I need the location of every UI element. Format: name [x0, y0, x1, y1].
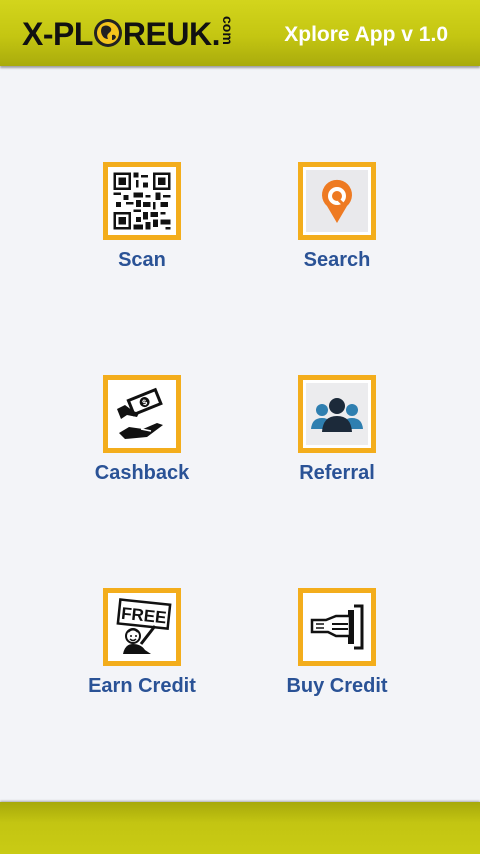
referral-tile[interactable]: Referral: [247, 375, 427, 485]
buy-credit-tile[interactable]: Buy Credit: [247, 588, 427, 698]
scan-label: Scan: [118, 249, 166, 271]
globe-icon: [93, 18, 123, 48]
map-pin-search-icon: [306, 170, 368, 232]
scan-icon-box[interactable]: [103, 162, 181, 240]
cashback-tile[interactable]: $ Cashback: [52, 375, 232, 485]
buy-credit-icon-box[interactable]: [298, 588, 376, 666]
search-label: Search: [303, 249, 371, 271]
earn-credit-tile[interactable]: FREE Earn Credit: [52, 588, 232, 698]
footer-bar: [0, 802, 480, 854]
card-reader-icon: [306, 596, 368, 658]
referral-label: Referral: [299, 462, 375, 484]
app-header: X-PL REUK. com Xplore App v 1.0: [0, 0, 480, 66]
cashback-icon-box[interactable]: $: [103, 375, 181, 453]
qr-code-icon: [111, 170, 173, 232]
buy-credit-label: Buy Credit: [286, 675, 388, 697]
logo-suffix: com: [219, 16, 236, 45]
logo-text-left: X-PL: [22, 16, 93, 52]
app-title: Xplore App v 1.0: [284, 23, 448, 46]
search-tile[interactable]: Search: [247, 162, 427, 272]
cashback-label: Cashback: [94, 462, 190, 484]
referral-icon-box[interactable]: [298, 375, 376, 453]
cash-hand-icon: $: [117, 387, 163, 439]
earn-credit-icon-box[interactable]: FREE: [103, 588, 181, 666]
x-ploreuk-logo: X-PL REUK. com: [22, 14, 236, 54]
people-group-icon: [306, 383, 368, 445]
earn-credit-label: Earn Credit: [88, 675, 196, 697]
scan-tile[interactable]: Scan: [52, 162, 232, 272]
search-icon-box[interactable]: [298, 162, 376, 240]
free-sign-icon: FREE: [111, 596, 173, 658]
logo-text-right: REUK.: [122, 16, 221, 52]
